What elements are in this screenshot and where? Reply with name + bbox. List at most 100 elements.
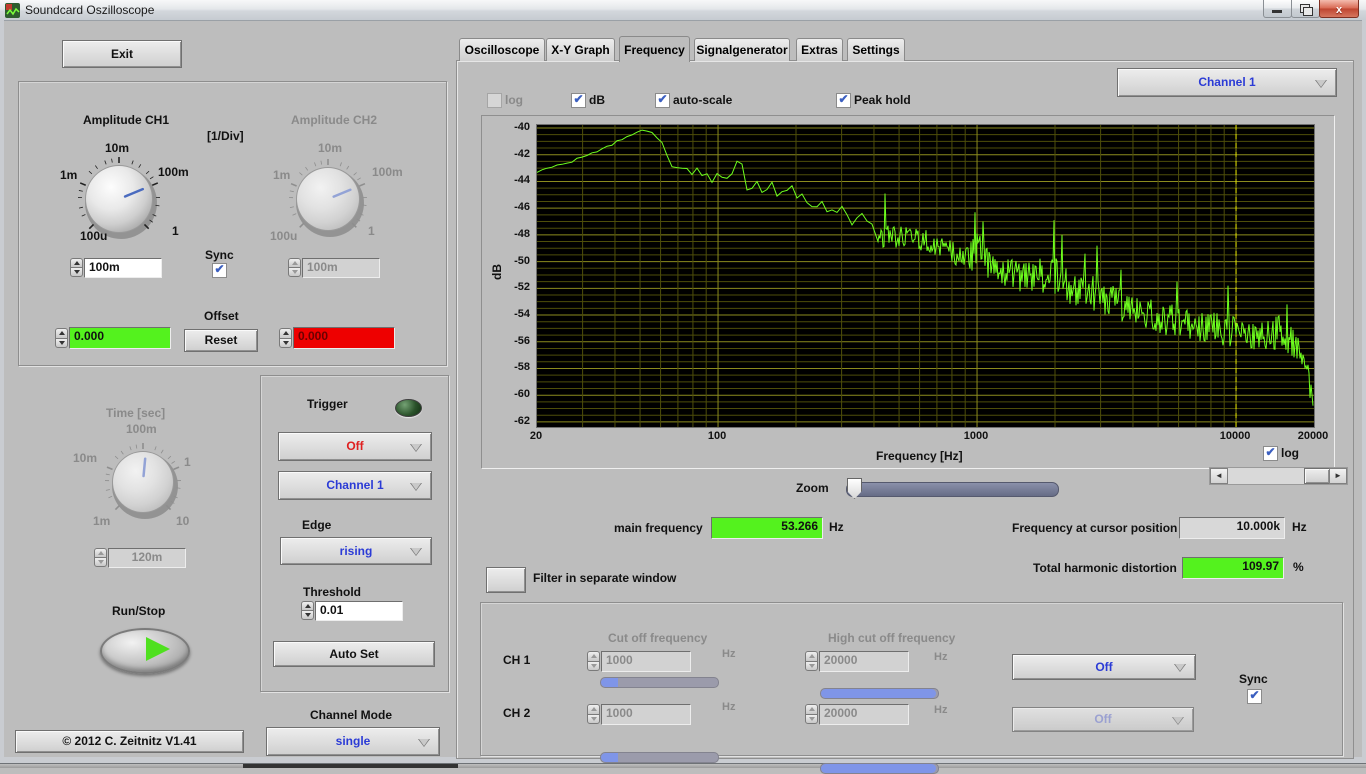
- hz-unit: Hz: [722, 701, 735, 713]
- db-checkbox[interactable]: ✔: [571, 93, 586, 108]
- offset-reset-button[interactable]: Reset: [184, 329, 258, 352]
- knob-tick-label: 1m: [60, 168, 77, 182]
- threshold-spinner[interactable]: [301, 601, 314, 620]
- y-tick-label: -46: [514, 201, 530, 213]
- amplitude-ch1-value[interactable]: 100m: [84, 258, 162, 278]
- window-frame-right: [1362, 20, 1366, 761]
- knob-tick-label: 10: [176, 514, 189, 528]
- hz-unit: Hz: [722, 648, 735, 660]
- autoscale-checkbox[interactable]: ✔: [655, 93, 670, 108]
- scroll-left-icon[interactable]: ◄: [1210, 468, 1228, 484]
- log-label: log: [505, 93, 523, 107]
- tab-oscilloscope[interactable]: Oscilloscope: [459, 38, 545, 61]
- tab-signalgenerator[interactable]: Signalgenerator: [694, 38, 790, 61]
- ch2-cutoff-value: 1000: [601, 704, 691, 725]
- edge-label: Edge: [302, 518, 331, 532]
- trigger-edge-value: rising: [340, 544, 373, 558]
- tab-frequency[interactable]: Frequency: [619, 36, 690, 62]
- hz-unit: Hz: [934, 651, 947, 663]
- per-div-label: [1/Div]: [207, 129, 244, 143]
- filter-window-button[interactable]: [486, 567, 526, 593]
- amplitude-ch1-knob[interactable]: [59, 139, 179, 259]
- graph-log-checkbox[interactable]: ✔: [1263, 446, 1278, 461]
- trigger-title: Trigger: [307, 397, 348, 411]
- chevron-down-icon: [410, 548, 422, 556]
- x-axis-title: Frequency [Hz]: [876, 449, 963, 463]
- exit-button[interactable]: Exit: [62, 40, 182, 68]
- y-tick-label: -44: [514, 174, 530, 186]
- amplitude-ch2-value: 100m: [302, 258, 380, 278]
- x-tick-label: 20: [530, 430, 542, 442]
- ch2-highcut-slider: [820, 763, 939, 774]
- thd-label: Total harmonic distortion: [1033, 561, 1177, 575]
- filter-ch2-label: CH 2: [503, 706, 530, 720]
- channel-select-dropdown[interactable]: Channel 1: [1117, 68, 1337, 97]
- amplitude-ch1-spinner[interactable]: [70, 258, 83, 277]
- scrollbar-thumb[interactable]: [1304, 468, 1330, 484]
- chevron-down-icon: [1172, 717, 1184, 725]
- zoom-slider-track[interactable]: [846, 482, 1059, 497]
- filter-sync-label: Sync: [1239, 672, 1268, 686]
- trigger-edge-dropdown[interactable]: rising: [280, 537, 432, 565]
- amplitude-sync-checkbox[interactable]: ✔: [212, 263, 227, 278]
- filter-sync-checkbox[interactable]: ✔: [1247, 689, 1262, 704]
- cursor-frequency-unit: Hz: [1292, 520, 1307, 534]
- close-icon: x: [1336, 4, 1342, 16]
- knob-tick-label: 10m: [73, 451, 97, 465]
- window-frame-left: [0, 20, 4, 761]
- copyright-button[interactable]: © 2012 C. Zeitnitz V1.41: [15, 730, 244, 753]
- time-value: 120m: [108, 548, 186, 568]
- tab-settings[interactable]: Settings: [847, 38, 905, 61]
- run-stop-button[interactable]: [100, 628, 190, 674]
- tab-extras[interactable]: Extras: [796, 38, 843, 61]
- y-tick-label: -40: [514, 121, 530, 133]
- amplitude-ch2-label: Amplitude CH2: [291, 113, 377, 127]
- threshold-value[interactable]: 0.01: [315, 601, 403, 621]
- y-tick-label: -56: [514, 335, 530, 347]
- hz-unit: Hz: [934, 704, 947, 716]
- y-tick-label: -60: [514, 388, 530, 400]
- ch1-filter-mode-dropdown[interactable]: Off: [1012, 654, 1196, 680]
- filter-window-label: Filter in separate window: [533, 571, 676, 585]
- knob-tick-label: 1m: [273, 168, 290, 182]
- chevron-down-icon: [410, 483, 422, 491]
- knob-tick-label: 10m: [105, 141, 129, 155]
- maximize-button[interactable]: [1291, 0, 1320, 18]
- ch2-filter-mode-dropdown: Off: [1012, 707, 1194, 732]
- offset-ch2-spinner[interactable]: [279, 328, 292, 348]
- auto-set-button[interactable]: Auto Set: [273, 641, 435, 667]
- offset-ch1-value[interactable]: 0.000: [69, 327, 171, 349]
- trigger-led: [395, 399, 422, 417]
- scroll-right-icon[interactable]: ►: [1329, 468, 1347, 484]
- y-tick-label: -54: [514, 308, 530, 320]
- offset-label: Offset: [204, 309, 239, 323]
- offset-ch2-value[interactable]: 0.000: [293, 327, 395, 349]
- log-checkbox: [487, 93, 502, 108]
- y-tick-label: -50: [514, 255, 530, 267]
- trigger-source-dropdown[interactable]: Channel 1: [278, 471, 432, 500]
- tab-xy-graph[interactable]: X-Y Graph: [546, 38, 615, 61]
- threshold-label: Threshold: [303, 585, 361, 599]
- runstop-label: Run/Stop: [112, 604, 165, 618]
- trigger-mode-dropdown[interactable]: Off: [278, 432, 432, 461]
- knob-tick-label: 1: [184, 455, 191, 469]
- ch1-filter-mode-value: Off: [1095, 660, 1112, 674]
- offset-ch1-spinner[interactable]: [55, 328, 68, 348]
- y-tick-label: -52: [514, 281, 530, 293]
- channel-mode-value: single: [336, 734, 371, 748]
- knob-tick-label: 10m: [318, 141, 342, 155]
- main-frequency-label: main frequency: [614, 521, 703, 535]
- db-label: dB: [589, 93, 605, 107]
- peakhold-checkbox[interactable]: ✔: [836, 93, 851, 108]
- spectrum-plot[interactable]: [536, 124, 1315, 428]
- minimize-button[interactable]: [1263, 0, 1292, 18]
- main-frequency-unit: Hz: [829, 520, 844, 534]
- knob-tick-label: 100u: [270, 229, 297, 243]
- channel-mode-dropdown[interactable]: single: [266, 727, 440, 756]
- close-button[interactable]: x: [1319, 0, 1359, 18]
- sync-label: Sync: [205, 248, 234, 262]
- x-tick-label: 1000: [964, 430, 988, 442]
- graph-scrollbar[interactable]: ◄ ►: [1209, 467, 1348, 485]
- ch2-highcut-spinner: [805, 704, 818, 724]
- amplitude-ch2-spinner: [288, 258, 301, 277]
